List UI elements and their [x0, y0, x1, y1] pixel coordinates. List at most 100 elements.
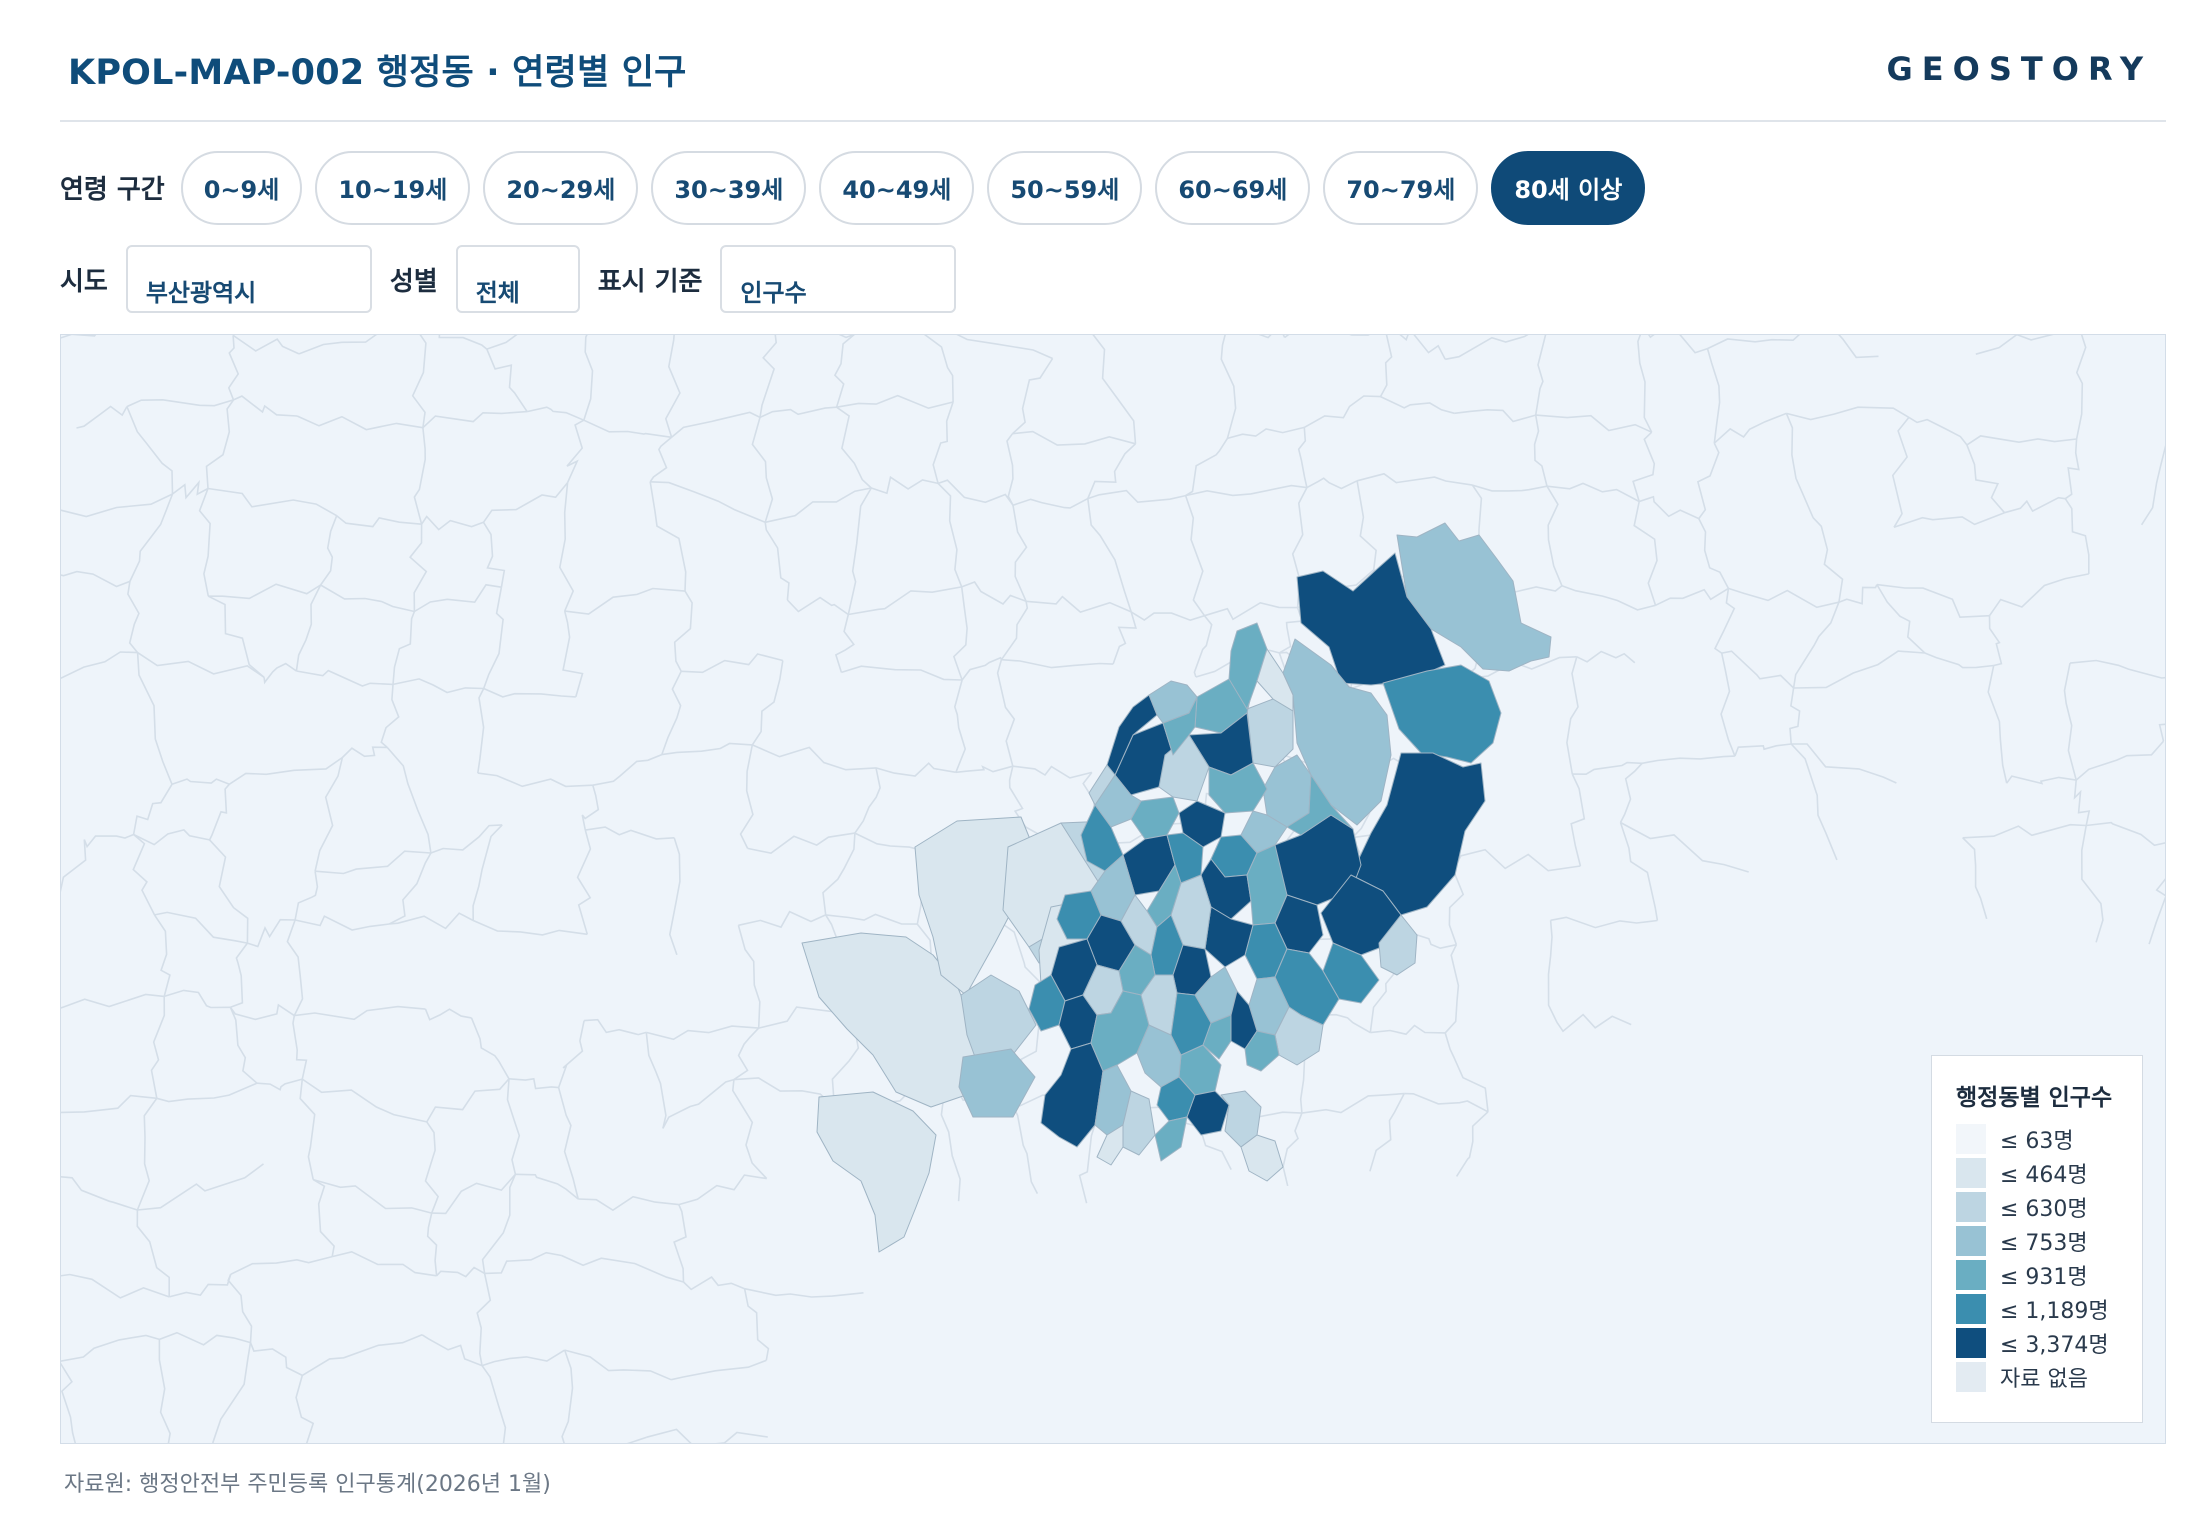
context-boundary-line — [1721, 650, 1795, 689]
context-boundary-line — [312, 1178, 335, 1257]
context-boundary-line — [875, 762, 957, 777]
context-boundary-line — [673, 1204, 687, 1283]
context-boundary-line — [834, 614, 855, 673]
age-option-30-39[interactable]: 30~39세 — [651, 150, 807, 225]
gender-select[interactable]: 전체 — [455, 245, 580, 313]
region-amnam[interactable] — [1154, 1116, 1188, 1162]
context-boundary-line — [233, 395, 298, 417]
legend-item: ≤ 753명 — [1956, 1224, 2142, 1258]
context-boundary-line — [392, 611, 416, 685]
context-boundary-line — [424, 1121, 440, 1214]
context-boundary-line — [132, 833, 156, 916]
context-boundary-line — [1227, 426, 1305, 440]
context-boundary-line — [1812, 517, 1844, 603]
context-boundary-line — [1966, 435, 2077, 446]
legend-swatch — [1956, 1260, 1986, 1290]
context-boundary-line — [1087, 489, 1186, 504]
context-boundary-line — [2158, 723, 2165, 742]
context-boundary-line — [476, 1273, 492, 1366]
context-boundary-line — [61, 993, 165, 1009]
age-option-0-9[interactable]: 0~9세 — [180, 150, 303, 225]
context-boundary-line — [422, 410, 528, 429]
context-boundary-line — [1698, 518, 1730, 589]
context-boundary-line — [2086, 821, 2165, 847]
context-boundary-line — [484, 1251, 562, 1275]
context-boundary-line — [1000, 601, 1029, 661]
context-boundary-line — [420, 515, 484, 531]
context-boundary-line — [482, 482, 569, 523]
context-boundary-line — [1356, 472, 1473, 486]
context-boundary-line — [682, 1276, 745, 1291]
context-boundary-line — [133, 829, 210, 846]
legend-item: ≤ 63명 — [1956, 1122, 2142, 1156]
context-boundary-line — [576, 829, 592, 935]
age-option-80-plus[interactable]: 80세 이상 — [1491, 150, 1646, 225]
age-option-50-59[interactable]: 50~59세 — [987, 150, 1143, 225]
context-boundary-line — [2148, 878, 2165, 945]
context-boundary-line — [759, 406, 837, 419]
context-boundary-line — [961, 581, 1027, 606]
context-boundary-line — [1987, 665, 2008, 784]
context-boundary-line — [61, 1094, 157, 1114]
region-seokdae[interactable] — [1246, 698, 1294, 768]
context-boundary-line — [825, 913, 918, 925]
age-option-40-49[interactable]: 40~49세 — [819, 150, 975, 225]
context-boundary-line — [759, 335, 778, 418]
context-boundary-line — [208, 583, 322, 600]
choropleth-map[interactable] — [61, 335, 2166, 1444]
context-boundary-line — [738, 910, 827, 929]
sido-select[interactable]: 부산광역시 — [125, 245, 372, 313]
context-boundary-line — [294, 1005, 426, 1021]
context-boundary-line — [230, 1255, 333, 1276]
region-gangseo-south[interactable] — [816, 1091, 937, 1253]
context-boundary-line — [1706, 348, 1721, 444]
region-dadae[interactable] — [1040, 1042, 1104, 1148]
context-boundary-line — [1011, 358, 1054, 435]
context-boundary-line — [1380, 395, 1455, 415]
context-boundary-line — [159, 1331, 251, 1346]
context-boundary-line — [172, 479, 209, 500]
context-boundary-line — [583, 419, 672, 439]
context-boundary-line — [1570, 773, 1586, 867]
context-boundary-line — [1087, 498, 1132, 613]
legend-label: ≤ 63명 — [2000, 1129, 2074, 1154]
context-boundary-line — [1988, 573, 2089, 617]
age-option-70-79[interactable]: 70~79세 — [1323, 150, 1479, 225]
context-boundary-line — [1893, 511, 2005, 529]
map-panel[interactable]: 행정동별 인구수 ≤ 63명 ≤ 464명 ≤ 630명 ≤ 753명 ≤ 93… — [60, 334, 2166, 1444]
context-boundary-line — [1924, 652, 1994, 669]
metric-select[interactable]: 인구수 — [720, 245, 957, 313]
context-boundary-line — [136, 652, 173, 785]
context-boundary-line — [1713, 412, 1787, 444]
context-boundary-line — [486, 348, 528, 413]
context-boundary-line — [477, 688, 485, 774]
context-boundary-line — [2140, 445, 2165, 526]
context-boundary-line — [1572, 761, 1643, 776]
filter-row: 시도 부산광역시 성별 전체 표시 기준 인구수 — [60, 244, 974, 314]
region-saha-west[interactable] — [958, 1048, 1036, 1118]
context-boundary-line — [486, 335, 518, 350]
age-option-10-19[interactable]: 10~19세 — [315, 150, 471, 225]
context-boundary-line — [678, 1174, 767, 1206]
metric-label: 표시 기준 — [597, 266, 703, 297]
context-boundary-line — [937, 479, 1014, 506]
context-boundary-line — [158, 1339, 171, 1443]
context-boundary-line — [1130, 611, 1205, 622]
context-boundary-line — [1303, 395, 1381, 429]
context-boundary-line — [1655, 587, 1729, 607]
context-boundary-line — [212, 1342, 252, 1443]
context-boundary-line — [1284, 335, 1370, 339]
context-boundary-line — [472, 824, 503, 921]
age-option-60-69[interactable]: 60~69세 — [1155, 150, 1311, 225]
age-option-20-29[interactable]: 20~29세 — [483, 150, 639, 225]
context-boundary-line — [747, 832, 856, 855]
legend-label: ≤ 464명 — [2000, 1163, 2088, 1188]
context-boundary-line — [1876, 583, 1990, 619]
context-boundary-line — [562, 610, 584, 698]
region-yeongdo-5[interactable] — [1240, 1134, 1284, 1182]
context-boundary-line — [482, 587, 504, 689]
context-boundary-line — [737, 925, 761, 1029]
context-boundary-line — [649, 436, 673, 483]
region-gijang-mid[interactable] — [1382, 664, 1502, 764]
context-boundary-line — [1966, 444, 2006, 514]
